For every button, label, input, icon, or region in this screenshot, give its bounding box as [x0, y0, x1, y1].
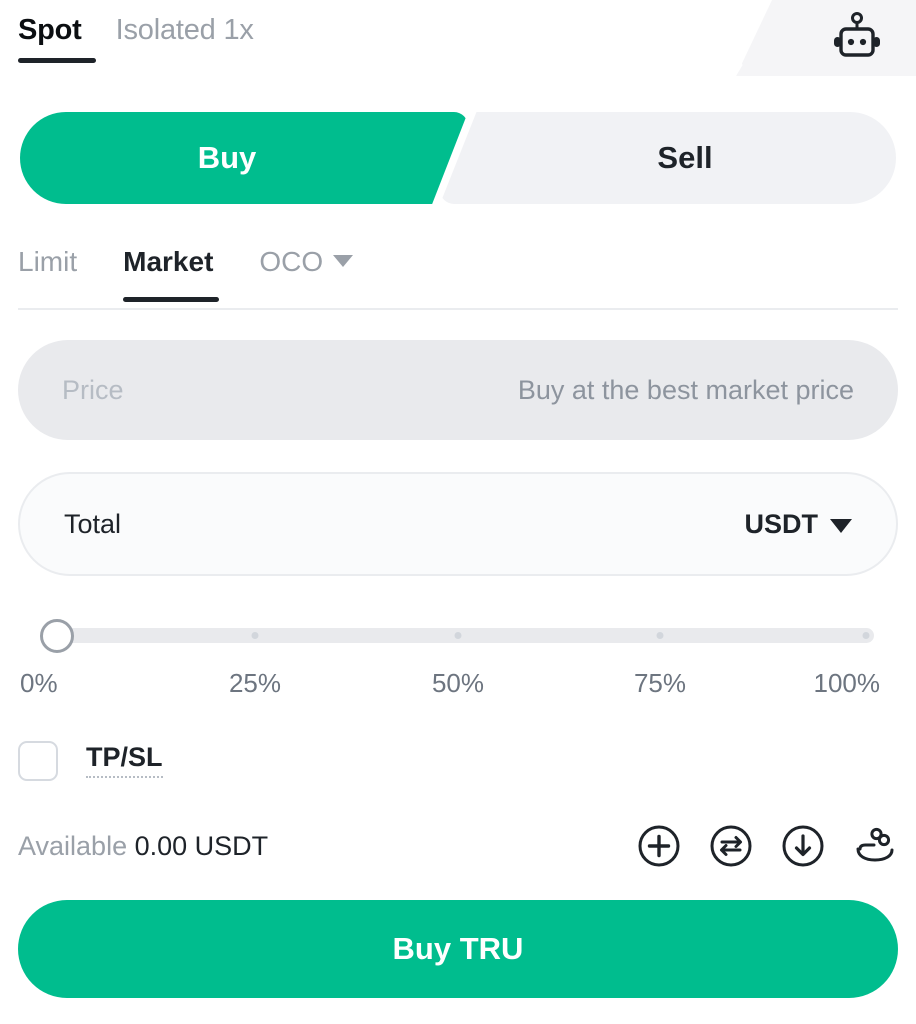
slider-label-0: 0%: [20, 668, 58, 698]
available-balance: Available 0.00 USDT: [18, 831, 268, 862]
total-field-label: Total: [64, 508, 122, 539]
slider-labels: 0% 25% 50% 75% 100%: [20, 668, 896, 706]
earn-icon[interactable]: [852, 823, 898, 869]
add-funds-icon-svg: [638, 825, 680, 867]
earn-icon-svg: [856, 827, 894, 862]
available-row: Available 0.00 USDT: [18, 818, 898, 874]
slider-label-25: 25%: [228, 668, 282, 698]
tab-oco[interactable]: OCO: [259, 246, 354, 300]
total-field[interactable]: Total USDT: [18, 472, 898, 576]
slider-tick-50: [454, 632, 462, 639]
tab-isolated[interactable]: Isolated 1x: [116, 14, 254, 57]
slider-tick-75: [656, 632, 664, 639]
slider-label-100: 100%: [813, 668, 881, 698]
available-label: Available: [18, 830, 128, 861]
tpsl-label[interactable]: TP/SL: [86, 744, 163, 778]
amount-slider[interactable]: [20, 612, 896, 658]
market-mode-tabs: Spot Isolated 1x: [18, 14, 254, 63]
convert-icon[interactable]: [708, 823, 754, 869]
price-field-value: Buy at the best market price: [517, 374, 854, 405]
add-funds-icon[interactable]: [636, 823, 682, 869]
tpsl-checkbox[interactable]: [18, 741, 58, 781]
quick-actions: [636, 823, 898, 869]
slider-label-50: 50%: [431, 668, 485, 698]
slider-label-75: 75%: [633, 668, 687, 698]
sell-tab[interactable]: Sell: [440, 112, 896, 204]
tpsl-row: TP/SL: [18, 738, 898, 784]
deposit-icon-svg: [782, 825, 824, 867]
tab-market[interactable]: Market: [123, 246, 220, 302]
robot-icon[interactable]: [826, 8, 888, 70]
tab-limit[interactable]: Limit: [18, 246, 77, 300]
chevron-down-icon: [333, 254, 354, 267]
chevron-down-icon: [830, 519, 852, 533]
tab-oco-label: OCO: [259, 246, 324, 277]
slider-tick-25: [251, 632, 259, 639]
side-toggle: Sell Buy: [20, 112, 896, 204]
price-field-label: Price: [62, 374, 124, 405]
robot-icon-svg: [834, 12, 880, 57]
available-value: 0.00 USDT: [134, 830, 269, 861]
buy-tab[interactable]: Buy: [20, 112, 468, 204]
top-bar: Spot Isolated 1x: [0, 0, 916, 92]
order-type-tabs: Limit Market OCO: [18, 246, 898, 310]
submit-order-button[interactable]: Buy TRU: [18, 900, 898, 998]
deposit-icon[interactable]: [780, 823, 826, 869]
price-field[interactable]: Price Buy at the best market price: [18, 340, 898, 440]
currency-selector[interactable]: USDT: [744, 508, 852, 540]
slider-handle[interactable]: [40, 619, 74, 653]
convert-icon-svg: [710, 825, 752, 867]
slider-tick-100: [862, 632, 870, 639]
tab-spot[interactable]: Spot: [18, 14, 96, 63]
currency-label: USDT: [744, 508, 819, 539]
